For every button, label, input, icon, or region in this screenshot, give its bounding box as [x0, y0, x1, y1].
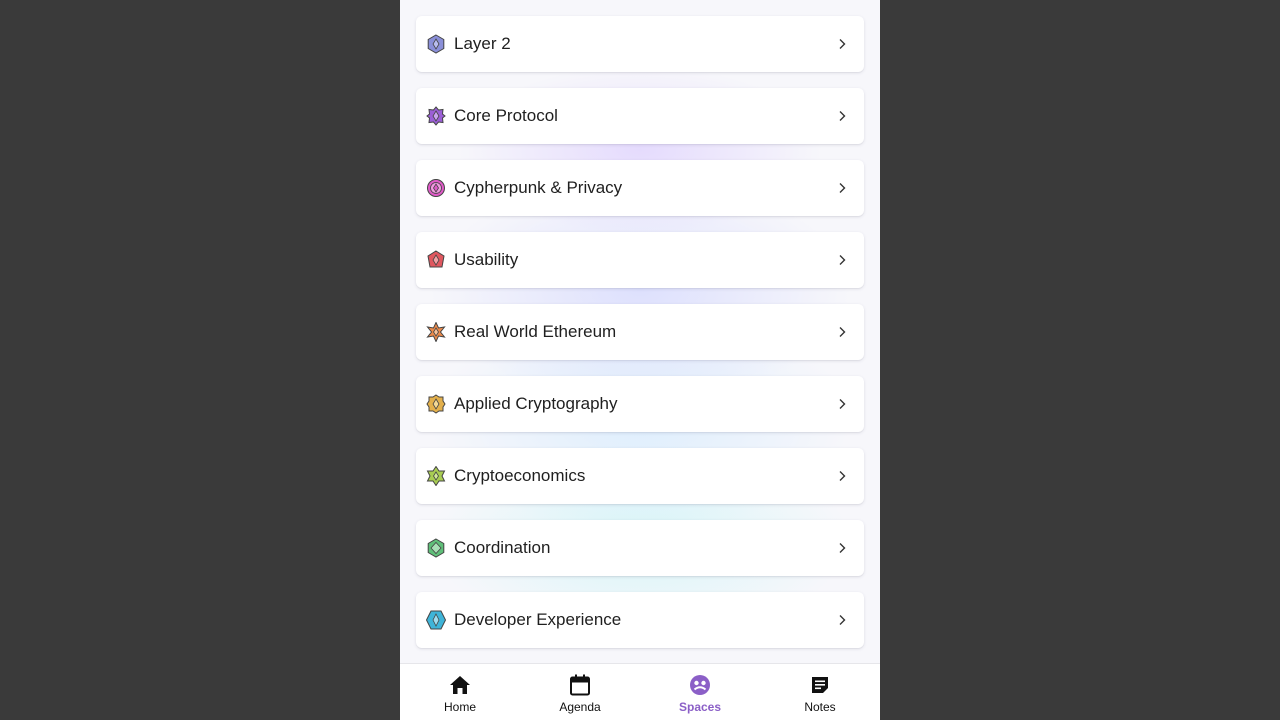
developer-experience-icon — [426, 610, 446, 630]
calendar-icon — [568, 673, 592, 697]
space-label: Cryptoeconomics — [454, 466, 586, 485]
core-protocol-icon — [426, 106, 446, 126]
spaces-list: Layer 2 Core Protocol Cypherpunk & Priva… — [416, 16, 864, 664]
chevron-right-icon — [836, 470, 848, 482]
applied-cryptography-icon — [426, 394, 446, 414]
home-icon — [448, 673, 472, 697]
nav-home-label: Home — [443, 699, 476, 714]
real-world-ethereum-icon — [426, 322, 446, 342]
space-label: Developer Experience — [454, 610, 622, 629]
chevron-right-icon — [836, 254, 848, 266]
space-label: Core Protocol — [454, 106, 558, 125]
space-row-applied-cryptography[interactable]: Applied Cryptography — [416, 376, 864, 432]
chevron-right-icon — [836, 326, 848, 338]
space-label: Real World Ethereum — [454, 322, 617, 341]
nav-home[interactable]: Home — [400, 664, 520, 720]
usability-icon — [426, 250, 446, 270]
chevron-right-icon — [836, 398, 848, 410]
coordination-icon — [426, 538, 446, 558]
chevron-right-icon — [836, 614, 848, 626]
nav-notes[interactable]: Notes — [760, 664, 880, 720]
space-row-usability[interactable]: Usability — [416, 232, 864, 288]
nav-agenda[interactable]: Agenda — [520, 664, 640, 720]
cypherpunk-privacy-icon — [426, 178, 446, 198]
chevron-right-icon — [836, 38, 848, 50]
spaces-icon — [688, 673, 712, 697]
space-row-coordination[interactable]: Coordination — [416, 520, 864, 576]
cryptoeconomics-icon — [426, 466, 446, 486]
nav-spaces[interactable]: Spaces — [640, 664, 760, 720]
app-window: Layer 2 Core Protocol Cypherpunk & Priva… — [400, 0, 880, 720]
space-row-real-world-ethereum[interactable]: Real World Ethereum — [416, 304, 864, 360]
space-row-core-protocol[interactable]: Core Protocol — [416, 88, 864, 144]
space-label: Cypherpunk & Privacy — [454, 178, 623, 197]
space-label: Usability — [454, 250, 519, 269]
notes-icon — [808, 673, 832, 697]
chevron-right-icon — [836, 182, 848, 194]
nav-notes-label: Notes — [804, 699, 836, 714]
layer-2-icon — [426, 34, 446, 54]
space-label: Layer 2 — [454, 34, 511, 53]
bottom-navigation: Home Agenda Spaces Notes — [400, 663, 880, 720]
space-row-developer-experience[interactable]: Developer Experience — [416, 592, 864, 648]
space-label: Applied Cryptography — [454, 394, 618, 413]
chevron-right-icon — [836, 542, 848, 554]
space-row-cypherpunk-privacy[interactable]: Cypherpunk & Privacy — [416, 160, 864, 216]
space-row-cryptoeconomics[interactable]: Cryptoeconomics — [416, 448, 864, 504]
space-row-layer-2[interactable]: Layer 2 — [416, 16, 864, 72]
nav-agenda-label: Agenda — [559, 699, 601, 714]
chevron-right-icon — [836, 110, 848, 122]
space-label: Coordination — [454, 538, 551, 557]
nav-spaces-label: Spaces — [678, 699, 722, 714]
